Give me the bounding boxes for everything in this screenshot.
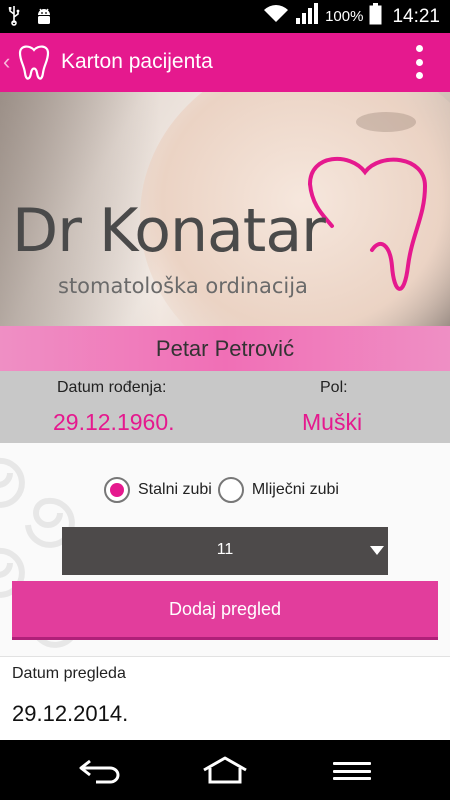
add-review-button[interactable]: Dodaj pregled [12, 581, 438, 640]
permanent-teeth-radio[interactable] [104, 477, 130, 503]
review-item[interactable]: Datum pregleda 29.12.2014. [0, 656, 450, 740]
page-title: Karton pacijenta [61, 50, 213, 73]
milk-teeth-radio[interactable] [217, 477, 244, 503]
clock: 14:21 [392, 5, 440, 27]
gender-label: Pol: [320, 379, 348, 396]
patient-name: Petar Petrović [155, 335, 295, 361]
android-debug-icon [34, 6, 54, 31]
brand-subtitle: stomatološka ordinacija [58, 274, 308, 298]
overflow-menu-icon[interactable] [414, 45, 424, 79]
home-icon[interactable] [201, 756, 249, 789]
tooth-select-value: 11 [216, 541, 234, 558]
patient-name-bar: Petar Petrović [0, 326, 450, 371]
birth-date-label: Datum rođenja: [57, 379, 167, 396]
usb-icon [8, 6, 20, 31]
back-chevron-icon[interactable]: ‹ [3, 49, 10, 75]
dropdown-arrow-icon[interactable] [370, 546, 384, 555]
milk-teeth-label[interactable]: Mliječni zubi [252, 481, 339, 499]
permanent-teeth-label[interactable]: Stalni zubi [138, 481, 212, 499]
tooth-select[interactable]: 11 [62, 527, 388, 575]
teeth-type-group: Stalni zubi Mliječni zubi [104, 477, 345, 503]
tooth-logo-icon[interactable] [14, 43, 54, 88]
battery-icon [369, 3, 382, 30]
back-icon[interactable] [78, 758, 122, 789]
review-date-value: 29.12.2014. [12, 701, 129, 726]
brand-name: Dr Konatar [12, 196, 326, 266]
menu-icon[interactable] [333, 762, 371, 780]
add-review-label: Dodaj pregled [168, 598, 282, 619]
birth-date-value: 29.12.1960. [53, 409, 175, 435]
signal-icon [295, 3, 319, 30]
patient-info: Datum rođenja: Pol: 29.12.1960. Muški [0, 371, 450, 443]
wifi-icon [263, 4, 289, 29]
navigation-bar [0, 740, 450, 800]
gender-value: Muški [302, 409, 363, 435]
screen: 100% 14:21 ‹ Karton pacijenta Dr Konatar… [0, 0, 450, 800]
action-bar: ‹ Karton pacijenta [0, 33, 450, 92]
battery-percent: 100% [325, 8, 364, 25]
status-bar: 100% 14:21 [0, 0, 450, 33]
review-date-label: Datum pregleda [12, 665, 126, 682]
